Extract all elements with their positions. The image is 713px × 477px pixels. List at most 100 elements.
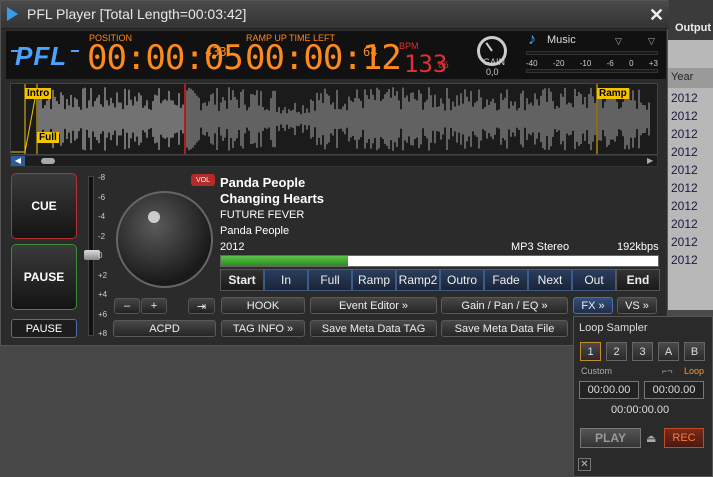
year-cell: 2012 (671, 91, 698, 105)
waveform-display[interactable]: Intro Full Ramp (10, 83, 658, 155)
cue-point-in-button[interactable]: In (264, 269, 308, 291)
loop-label[interactable]: Loop (684, 366, 704, 376)
track-artist-secondary: Panda People (220, 225, 290, 237)
year-cell: 2012 (671, 109, 698, 123)
intro-marker[interactable]: Intro (25, 88, 52, 99)
scroll-left-icon[interactable]: ◀ (11, 156, 25, 166)
loop-total-time: 00:00:00.00 (611, 404, 670, 416)
vu-tick: -20 (552, 59, 565, 68)
save-meta-file-button[interactable]: Save Meta Data File (441, 320, 568, 337)
sampler-slot-2[interactable]: 2 (606, 342, 627, 361)
progress-fill (221, 256, 348, 266)
pause-small-button[interactable]: PAUSE (11, 319, 77, 338)
sampler-slot-3[interactable]: 3 (632, 342, 653, 361)
vu-tick: -6 (606, 59, 614, 68)
track-title: Changing Hearts (220, 191, 325, 206)
event-editor-button[interactable]: Event Editor » (310, 297, 437, 314)
full-marker[interactable]: Full (37, 132, 59, 143)
waveform-scrollbar[interactable]: ◀ ▶ (10, 155, 658, 167)
volume-tick: +8 (98, 329, 108, 338)
close-icon[interactable]: ✕ (649, 5, 664, 26)
sampler-close-icon[interactable]: ✕ (578, 458, 591, 471)
track-album: FUTURE FEVER (220, 209, 305, 221)
music-note-icon: ♪ (528, 31, 536, 48)
volume-tick: +2 (98, 270, 108, 280)
position-frac: 433 (205, 45, 227, 59)
background-lower (0, 346, 575, 477)
sampler-slot-a[interactable]: A (658, 342, 679, 361)
dropdown-arrow-icon[interactable]: ▽ (615, 36, 622, 47)
cue-point-full-button[interactable]: Full (308, 269, 352, 291)
loop-start-time[interactable]: 00:00.00 (579, 381, 639, 399)
logo-dash-right (71, 50, 79, 52)
cue-point-end-button[interactable]: End (616, 269, 660, 291)
year-cell: 2012 (671, 127, 698, 141)
volume-tick: -8 (98, 173, 106, 182)
skip-icon[interactable]: ⇥ (188, 298, 215, 314)
hook-button[interactable]: HOOK (221, 297, 305, 314)
dropdown-arrow-icon[interactable]: ▽ (648, 36, 655, 47)
year-cell: 2012 (671, 181, 698, 195)
cue-point-out-button[interactable]: Out (572, 269, 616, 291)
ramp-marker[interactable]: Ramp (597, 88, 629, 99)
vu-scale: -40 -20 -10 -6 0 +3 (526, 59, 658, 68)
cue-point-fade-button[interactable]: Fade (484, 269, 528, 291)
sampler-slot-b[interactable]: B (684, 342, 705, 361)
minus-button[interactable]: – (114, 298, 140, 314)
track-artist: Panda People (220, 175, 306, 190)
gain-value: 0,0 (486, 67, 499, 77)
save-meta-tag-button[interactable]: Save Meta Data TAG (310, 320, 437, 337)
vu-tick: +3 (648, 59, 658, 68)
track-progress-bar[interactable] (220, 255, 659, 267)
cue-point-ramp2-button[interactable]: Ramp2 (396, 269, 440, 291)
loop-icon: ⌐¬ (662, 366, 673, 376)
ramp-frac: 64 (363, 45, 378, 59)
custom-label: Custom (581, 366, 613, 376)
vu-tick: 0 (629, 59, 634, 68)
acpd-button[interactable]: ACPD (113, 320, 216, 337)
pause-button[interactable]: PAUSE (11, 244, 77, 310)
waveform-svg (11, 84, 650, 154)
volume-tick: -4 (98, 212, 106, 221)
vs-button[interactable]: VS » (617, 297, 657, 314)
sampler-rec-button[interactable]: REC (664, 428, 704, 448)
vu-tick: -10 (579, 59, 592, 68)
sampler-play-button[interactable]: PLAY (580, 428, 641, 448)
year-column-header[interactable]: Year (668, 68, 713, 88)
loop-sampler-title: Loop Sampler (579, 322, 648, 334)
scroll-right-icon[interactable]: ▶ (647, 156, 653, 165)
plus-button[interactable]: + (141, 298, 167, 314)
sampler-slot-1[interactable]: 1 (580, 342, 601, 361)
cue-point-next-button[interactable]: Next (528, 269, 572, 291)
window-title: PFL Player [Total Length=00:03:42] (27, 6, 247, 22)
output-strip: Output (668, 0, 713, 40)
cue-point-row: Start In Full Ramp Ramp2 Outro Fade Next Out End (220, 269, 660, 291)
vol-badge[interactable]: VOL (191, 174, 215, 186)
fx-button[interactable]: FX » (573, 297, 613, 314)
cue-point-ramp-button[interactable]: Ramp (352, 269, 396, 291)
tag-info-button[interactable]: TAG INFO » (221, 320, 305, 337)
play-icon (7, 7, 18, 21)
cue-point-outro-button[interactable]: Outro (440, 269, 484, 291)
cue-point-start-button[interactable]: Start (220, 269, 264, 291)
title-bar[interactable]: PFL Player [Total Length=00:03:42] ✕ (1, 1, 669, 29)
track-bitrate: 192kbps (617, 241, 659, 253)
gain-pan-eq-button[interactable]: Gain / Pan / EQ » (441, 297, 568, 314)
year-cell: 2012 (671, 217, 698, 231)
jog-knob[interactable] (116, 191, 213, 288)
music-label: Music (547, 34, 576, 46)
gain-label: GAIN (483, 57, 506, 67)
track-format: MP3 Stereo (511, 241, 570, 253)
pan-icon: ⏏ (646, 433, 657, 445)
background-panel: Output Year 2012 2012 2012 2012 2012 2012 2012… (668, 0, 713, 310)
vu-meter-left (526, 51, 658, 55)
year-cell: 2012 (671, 199, 698, 213)
volume-tick: 0 (98, 251, 103, 260)
vu-tick: -40 (526, 59, 538, 68)
volume-tick: -2 (98, 231, 106, 241)
year-cell: 2012 (671, 253, 698, 267)
cue-button[interactable]: CUE (11, 173, 77, 239)
volume-tick: +6 (98, 309, 108, 319)
loop-end-time[interactable]: 00:00.00 (644, 381, 704, 399)
scroll-thumb[interactable] (41, 158, 55, 164)
